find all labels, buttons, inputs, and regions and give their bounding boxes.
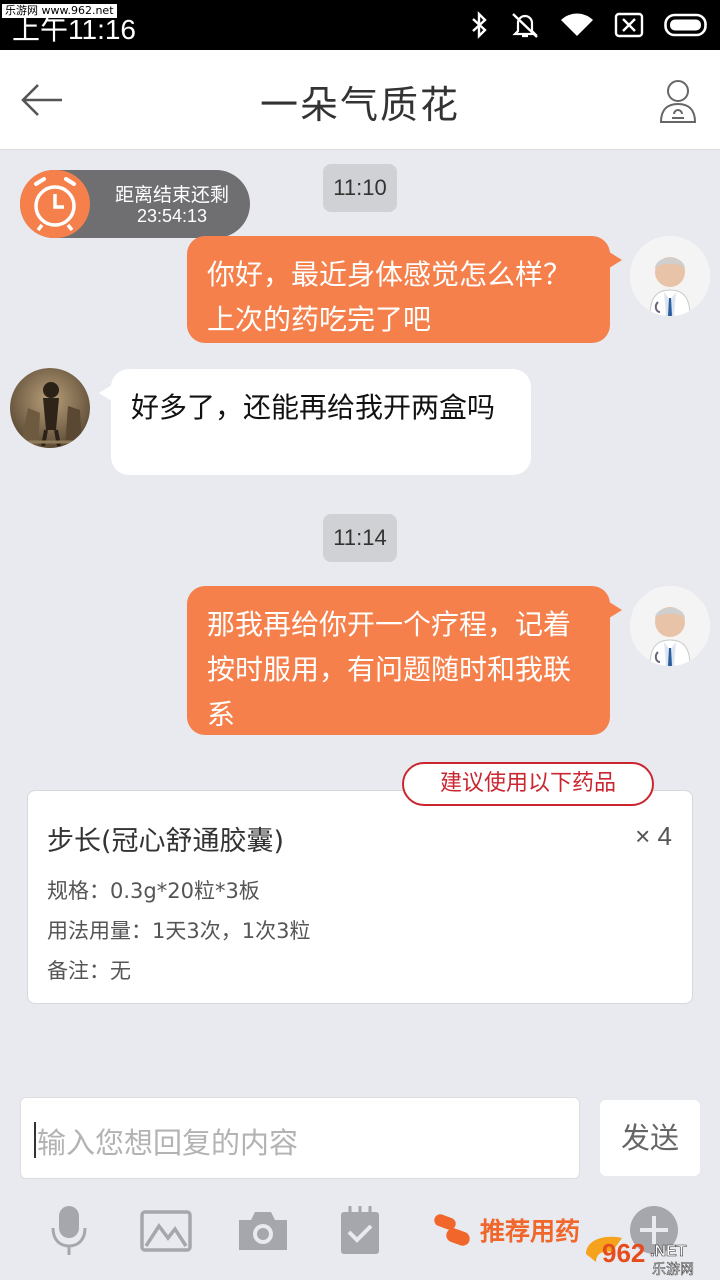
watermark-suffix: .NET — [650, 1243, 687, 1260]
timer-label: 距离结束还剩 — [114, 184, 229, 206]
send-button[interactable]: 发送 — [600, 1100, 700, 1176]
drug-spec: 规格：0.3g*20粒*3板 — [47, 879, 260, 903]
patient-avatar[interactable] — [10, 368, 90, 448]
no-sim-icon — [614, 12, 644, 38]
recommend-medicine-button[interactable]: 推荐用药 — [432, 1208, 580, 1252]
watermark-logo: 962 .NET 乐游网 — [582, 1232, 714, 1278]
message-timestamp: 11:14 — [323, 514, 397, 562]
pill-icon — [434, 1214, 470, 1246]
watermark-text: 乐游网 www.962.net — [2, 4, 117, 18]
wifi-icon — [561, 13, 593, 36]
bluetooth-icon — [472, 11, 487, 39]
page-title: 一朵气质花 — [259, 83, 460, 127]
mute-icon — [512, 13, 538, 38]
doctor-avatar[interactable] — [630, 586, 710, 666]
alarm-clock-icon — [20, 170, 90, 238]
reply-input[interactable]: 输入您想回复的内容 — [20, 1097, 580, 1179]
recommendation-tag: 建议使用以下药品 — [402, 762, 654, 806]
image-icon[interactable] — [140, 1204, 192, 1256]
text-caret — [34, 1122, 36, 1158]
battery-icon — [664, 13, 707, 37]
profile-icon[interactable] — [658, 78, 698, 124]
status-icons — [470, 10, 710, 40]
doctor-avatar[interactable] — [630, 236, 710, 316]
calendar-check-icon[interactable] — [339, 1204, 381, 1256]
message-timestamp: 11:10 — [323, 164, 397, 212]
recommend-label: 推荐用药 — [480, 1217, 581, 1246]
status-bar: 上午11:16 乐游网 www.962.net — [0, 0, 720, 50]
prescription-card[interactable]: 步长(冠心舒通胶囊) × 4 规格：0.3g*20粒*3板 用法用量：1天3次，… — [27, 790, 693, 1004]
reply-placeholder: 输入您想回复的内容 — [37, 1126, 299, 1160]
countdown-timer: 距离结束还剩 23:54:13 — [20, 170, 250, 238]
received-message-bubble[interactable]: 好多了，还能再给我开两盒吗 — [99, 369, 531, 475]
sent-message-bubble[interactable]: 那我再给你开一个疗程，记着按时服用，有问题随时和我联系 — [187, 586, 622, 735]
drug-usage: 用法用量：1天3次，1次3粒 — [47, 919, 311, 943]
sent-message-bubble[interactable]: 你好，最近身体感觉怎么样？上次的药吃完了吧 — [187, 236, 622, 343]
top-bar: 一朵气质花 — [0, 50, 720, 150]
drug-name: 步长(冠心舒通胶囊) — [47, 826, 285, 857]
watermark-number: 962 — [602, 1238, 645, 1268]
microphone-icon[interactable] — [50, 1204, 88, 1256]
watermark-sub: 乐游网 — [652, 1262, 694, 1276]
camera-icon[interactable] — [237, 1204, 289, 1256]
drug-note: 备注：无 — [47, 959, 131, 983]
drug-quantity: × 4 — [635, 821, 672, 851]
timer-value: 23:54:13 — [136, 206, 208, 226]
